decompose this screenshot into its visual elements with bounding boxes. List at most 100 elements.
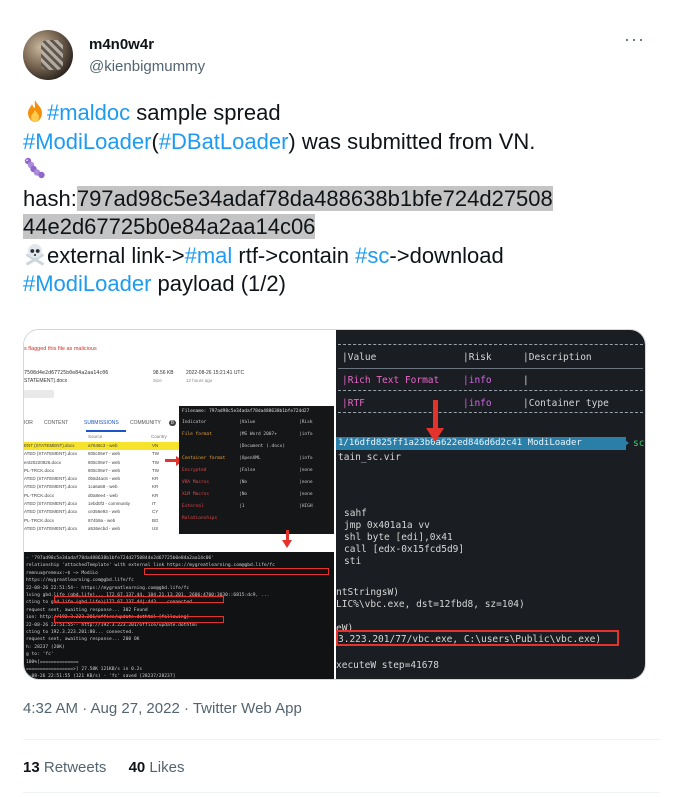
vt-submission-row: ATED (STATEMENT).docx ce356e93 - web CY — [24, 508, 184, 516]
terminal-line: 22-08-26 22:51:54-- https://mygreatlearn… — [26, 585, 190, 591]
tweet-line-2: #ModiLoader(#DBatLoader) was submitted f… — [23, 128, 653, 157]
vt-cell-name: PL-TRCK.docx — [24, 517, 55, 523]
author-display-name[interactable]: m4n0w4r — [89, 36, 154, 53]
vt-cell-source: 805c06e7 - web — [88, 451, 121, 457]
avatar[interactable] — [23, 30, 73, 80]
vt-filename: STATEMENT).docx — [24, 378, 68, 384]
oleid-cell: |1 — [239, 504, 245, 509]
author-handle[interactable]: @kienbigmummy — [89, 58, 205, 75]
vt-cell-name: ATED (STATEMENT).docx — [24, 509, 78, 515]
hash-label: hash: — [23, 185, 77, 211]
vt-date-label: 12 hours ago — [186, 378, 213, 383]
vt-submission-row: ent20220826.docx 805c06e7 - web TW — [24, 459, 184, 467]
vt-submission-row: ATED (STATEMENT).docx 1ebd0f3 - community… — [24, 500, 184, 508]
tweet-text-segment: ->download — [389, 242, 504, 268]
asm-line: sti — [344, 556, 362, 567]
hashtag-dbatloader[interactable]: #DBatLoader — [159, 129, 289, 154]
retweets-label: Retweets — [43, 759, 107, 776]
media-image-right[interactable]: |Value |Risk |Description |Rich Text For… — [336, 330, 645, 679]
vt-cell-name: PL-TRCK.docx — [24, 467, 55, 473]
vt-cell-name: ENT (STATEMENT).docx — [24, 443, 75, 448]
prompt-tag: scdbgc — [633, 438, 645, 449]
likes-label: Likes — [149, 759, 185, 776]
retweets-count: 13 — [23, 759, 40, 776]
asm-line: sahf — [344, 508, 367, 519]
oleid-cell: |False — [239, 468, 256, 473]
vt-cell-source: 805c06e7 - web — [88, 467, 121, 473]
vt-tab-underline — [86, 430, 126, 432]
red-arrow-down-head — [282, 540, 292, 548]
caterpillar-icon — [24, 157, 45, 179]
vt-size: 98.56 KB — [153, 370, 174, 376]
retweets-stat[interactable]: 13 Retweets — [23, 759, 106, 776]
asm-line: jmp 0x401a1a vv — [344, 520, 430, 531]
annotation-box — [144, 568, 329, 575]
hash-value-part-1: 797ad98c5e34adaf78da488638b1bfe724d27508 — [76, 185, 553, 211]
skull-crossbones-icon — [26, 243, 44, 265]
red-arrow-down-head — [426, 428, 444, 442]
tweet-text-segment: sample spread — [130, 100, 281, 125]
oleid-header: Filename: 797ad98c5e34adaf78da488638b1bf… — [182, 409, 310, 414]
oleid-cell: VBA Macros — [182, 480, 210, 485]
hashtag-modiloader-2[interactable]: #ModiLoader — [23, 271, 151, 296]
oleid-cell: |none — [299, 468, 313, 473]
vt-cell-country: KR — [152, 476, 159, 482]
oleid-cell: |none — [299, 492, 313, 497]
vt-cell-country: TW — [152, 467, 159, 473]
vt-submission-row: ATED (STATEMENT).docx 1ca6a68 - web KR — [24, 483, 184, 491]
hashtag-maldoc[interactable]: #maldoc — [47, 100, 130, 125]
prompt-bar-text: 1/16dfd825ff1a23b0a622ed846d6d2c41 ModiL… — [338, 438, 582, 448]
vt-submission-row: PL-TRCK.docx 874b9a - web BG — [24, 517, 184, 525]
terminal-line: =================>] 27.58K 121KB/s in 0.… — [26, 667, 143, 672]
oleid-cell: |none — [299, 480, 313, 485]
asm-line: call [edx-0x15fcd5d9] — [344, 544, 465, 555]
tweet-media[interactable]: s flagged this file as malicious 7508d4e… — [23, 329, 646, 680]
rp-header-risk: |Risk — [463, 352, 492, 363]
hashtag-mal[interactable]: #mal — [185, 243, 233, 268]
terminal-line: 22-08-26 22:51:55-- http://192.3.223.201… — [26, 622, 198, 628]
oleid-cell: Container format — [182, 456, 226, 461]
vt-tab: IOR — [24, 420, 33, 426]
vt-hash: 7508d4e2d67725b0e84a2aa14c06 — [24, 370, 109, 376]
oleid-cell: Indicator — [182, 420, 207, 425]
vt-date: 2022-08-26 15:21:41 UTC — [186, 370, 245, 376]
fire-icon — [28, 100, 42, 122]
oleid-cell: |Risk — [299, 420, 313, 425]
tweet-card: m4n0w4r @kienbigmummy ··· #maldoc sample… — [0, 0, 683, 797]
terminal-line: request sent, awaiting response... 302 F… — [26, 607, 148, 613]
vt-cell-country: TW — [152, 459, 159, 465]
vt-cell-country: KR — [152, 492, 159, 498]
vt-submissions-table: ENT (STATEMENT).docx a7648c3 - web VN ATED … — [24, 442, 184, 533]
vt-cell-name: ATED (STATEMENT).docx — [24, 525, 78, 531]
rp-header-desc: |Description — [523, 352, 592, 363]
hashtag-modiloader[interactable]: #ModiLoader — [23, 129, 151, 154]
tweet-line-hash: hash:797ad98c5e34adaf78da488638b1bfe724d… — [23, 185, 653, 214]
vt-tab: CONTENT — [44, 420, 69, 426]
vt-submission-row: ATED (STATEMENT).docx 805c06e7 - web TW — [24, 450, 184, 458]
likes-stat[interactable]: 40 Likes — [129, 759, 185, 776]
rp-row2-risk: |info — [463, 398, 492, 409]
vt-cell-country: TW — [152, 451, 159, 457]
vt-cell-source: 1ca6a68 - web — [88, 484, 118, 490]
oleid-cell: |info — [299, 432, 313, 437]
vt-tab-count: 8 — [169, 420, 176, 426]
vt-cell-country: US — [152, 525, 159, 531]
vt-tab-active: SUBMISSIONS — [84, 420, 119, 426]
terminal-line: g to: 'fc' — [26, 652, 54, 658]
api-line: xecuteW step=41678 — [336, 660, 439, 671]
tweet-timestamp[interactable]: 4:32 AM · Aug 27, 2022 · Twitter Web App — [23, 700, 302, 717]
more-horizontal-icon[interactable]: ··· — [624, 30, 648, 50]
divider — [23, 739, 660, 740]
divider — [23, 792, 660, 793]
hashtag-sc[interactable]: #sc — [355, 243, 389, 268]
rp-row1-value: |Rich Text Format — [342, 375, 440, 386]
asm-line: shl byte [edi],0x41 — [344, 532, 453, 543]
terminal-line: 100%[============== — [26, 659, 79, 665]
rp-row2-desc: |Container type — [523, 398, 609, 409]
vt-tabs: IOR CONTENT SUBMISSIONS COMMUNITY 8 — [24, 418, 184, 430]
vt-cell-source: 1ebd0f3 - community — [88, 501, 131, 507]
api-line: LIC%\vbc.exe, dst=12fbd8, sz=104) — [336, 599, 525, 610]
media-image-left[interactable]: s flagged this file as malicious 7508d4e… — [24, 330, 334, 679]
vt-tab: COMMUNITY — [130, 420, 161, 426]
tweet-text-segment: payload (1/2) — [151, 271, 286, 296]
